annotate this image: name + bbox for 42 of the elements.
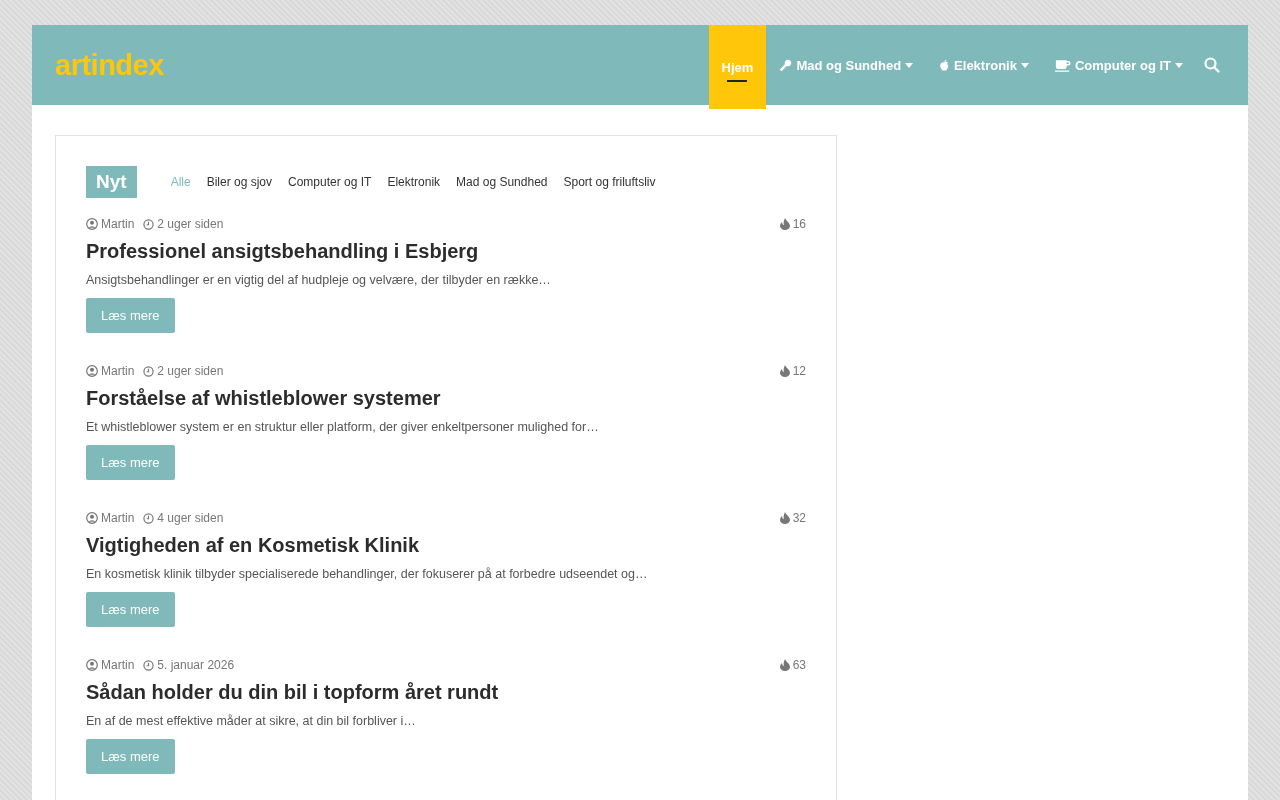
clock-icon (143, 218, 155, 230)
view-count: 16 (792, 217, 806, 231)
post-date: 2 uger siden (157, 364, 224, 378)
flame-icon (779, 659, 790, 671)
view-count: 12 (792, 364, 806, 378)
post-excerpt: Et whistleblower system er en struktur eller platform, der giver enkeltpersoner mulighed for… (86, 420, 600, 434)
filter-tab[interactable]: Mad og Sundhed (456, 175, 548, 189)
filter-tab[interactable]: Elektronik (387, 175, 441, 189)
search-icon[interactable] (1204, 57, 1220, 73)
post-excerpt: En af de mest effektive måder at sikre, at din bil forbliver i… (86, 714, 417, 728)
post-excerpt: Ansigtsbehandlinger er en vigtig del af hudpleje og velvære, der tilbyder en række… (86, 273, 552, 287)
author-name[interactable]: Martin (101, 511, 135, 525)
author-name[interactable]: Martin (101, 364, 135, 378)
filter-tab[interactable]: Sport og friluftsliv (563, 175, 656, 189)
user-icon (86, 218, 98, 230)
user-icon (86, 512, 98, 524)
flame-icon (779, 218, 790, 230)
clock-icon (143, 365, 155, 377)
wrench-icon (779, 58, 793, 72)
clock-icon (143, 659, 155, 671)
filter-tab[interactable]: Computer og IT (288, 175, 372, 189)
apple-icon (939, 58, 951, 72)
flame-icon (779, 512, 790, 524)
user-icon (86, 365, 98, 377)
section-title: Nyt (86, 166, 137, 198)
flame-icon (779, 365, 790, 377)
post-title[interactable]: Professionel ansigtsbehandling i Esbjerg (86, 240, 806, 263)
post-excerpt: En kosmetisk klinik tilbyder specialiserede behandlinger, der fokuserer på at forbedre udseendet og… (86, 567, 649, 581)
post-title[interactable]: Vigtigheden af en Kosmetisk Klinik (86, 534, 806, 557)
filter-tab[interactable]: Biler og sjov (206, 175, 272, 189)
post-date: 2 uger siden (157, 217, 224, 231)
post-date: 5. januar 2026 (157, 658, 235, 672)
user-icon (86, 659, 98, 671)
post-date: 4 uger siden (157, 511, 224, 525)
coffee-cup-icon (1054, 58, 1071, 72)
post-title[interactable]: Sådan holder du din bil i topform året rundt (86, 681, 806, 704)
author-name[interactable]: Martin (101, 658, 135, 672)
author-name[interactable]: Martin (101, 217, 135, 231)
view-count: 63 (792, 658, 806, 672)
post-title[interactable]: Forståelse af whistleblower systemer (86, 387, 806, 410)
view-count: 32 (792, 511, 806, 525)
clock-icon (143, 512, 155, 524)
